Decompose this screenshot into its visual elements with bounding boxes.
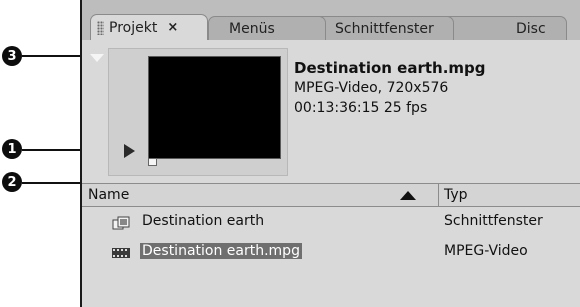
grip-icon[interactable] [97, 20, 104, 35]
callout-2: 2 [2, 172, 22, 192]
list-item[interactable]: Destination earth Schnittfenster [82, 207, 580, 237]
project-list: Destination earth Schnittfenster Destina… [82, 207, 580, 267]
close-icon[interactable]: × [167, 20, 178, 35]
list-item[interactable]: Destination earth.mpg MPEG-Video [82, 237, 580, 267]
clip-info: Destination earth.mpg MPEG-Video, 720x57… [294, 58, 486, 118]
thumbnail-viewer [148, 56, 281, 159]
column-name[interactable]: Name [88, 187, 129, 203]
leader-line-3 [22, 55, 85, 57]
column-type[interactable]: Typ [444, 187, 468, 203]
callout-3: 3 [2, 46, 22, 66]
tab-menus[interactable]: Menüs [208, 16, 326, 40]
tab-schnittfenster-label: Schnittfenster [335, 20, 434, 37]
column-separator[interactable] [438, 184, 439, 206]
sort-ascending-icon[interactable] [400, 191, 416, 200]
tab-projekt-label: Projekt [109, 19, 158, 36]
callout-1: 1 [2, 139, 22, 159]
tab-projekt[interactable]: Projekt × [90, 14, 208, 40]
film-icon [112, 248, 130, 258]
clip-duration: 00:13:36:15 25 fps [294, 100, 428, 116]
tab-disc-label: Disc [516, 20, 546, 37]
play-icon[interactable] [124, 144, 135, 158]
item-type: Schnittfenster [444, 213, 543, 229]
item-name: Destination earth [142, 213, 265, 229]
poster-frame-button[interactable] [148, 158, 157, 166]
clip-file-name: Destination earth.mpg [294, 59, 486, 77]
tab-schnittfenster[interactable]: Schnittfenster [304, 16, 454, 40]
sequence-icon [112, 216, 130, 230]
preview-area: Destination earth.mpg MPEG-Video, 720x57… [82, 40, 580, 183]
project-panel: Disc Schnittfenster Menüs Projekt × Dest… [80, 0, 580, 307]
item-name: Destination earth.mpg [140, 243, 302, 259]
item-type: MPEG-Video [444, 243, 528, 259]
tab-bar: Disc Schnittfenster Menüs Projekt × [82, 0, 580, 40]
tab-menus-label: Menüs [229, 20, 275, 37]
clip-format: MPEG-Video, 720x576 [294, 80, 449, 96]
column-header: Name Typ [82, 183, 580, 207]
collapse-triangle-icon[interactable] [90, 54, 104, 62]
